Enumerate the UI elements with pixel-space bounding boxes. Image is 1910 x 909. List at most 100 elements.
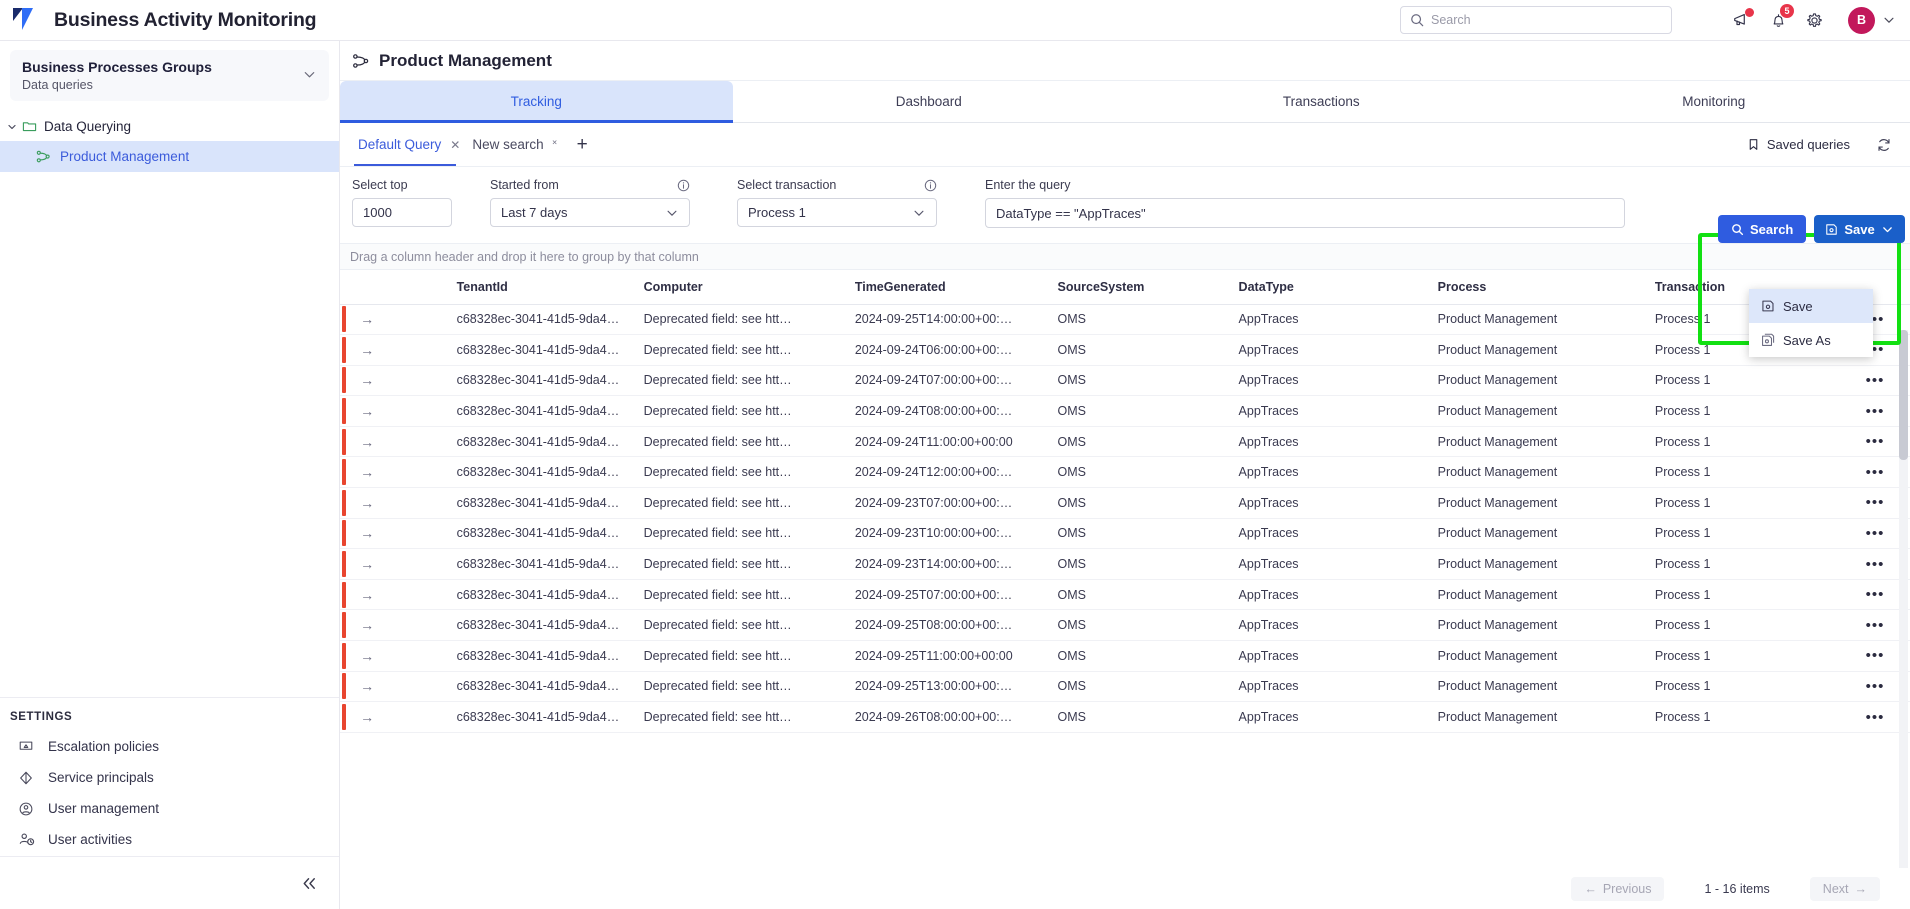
row-expand-cell[interactable]: → (352, 518, 449, 550)
arrow-right-icon[interactable]: → (360, 464, 374, 480)
previous-page-button[interactable]: ← Previous (1571, 876, 1665, 901)
arrow-right-icon[interactable]: → (360, 648, 374, 664)
grid-vertical-scrollbar[interactable] (1899, 330, 1908, 896)
chevron-down-icon[interactable] (6, 121, 22, 133)
row-expand-cell[interactable]: → (352, 426, 449, 458)
ellipsis-icon[interactable]: ••• (1866, 709, 1885, 726)
close-icon[interactable]: ˟ (553, 138, 557, 152)
saved-queries-button[interactable]: Saved queries (1747, 137, 1850, 152)
save-menu-item-save[interactable]: Save (1749, 289, 1873, 323)
notifications-button[interactable]: 5 (1760, 2, 1796, 38)
column-header-datatype[interactable]: DataType (1230, 270, 1430, 305)
table-row[interactable]: → c68328ec-3041-41d5-9da4… Deprecated fiel… (340, 609, 1910, 642)
sidebar-item-user-activities[interactable]: User activities (0, 824, 339, 855)
arrow-right-icon[interactable]: → (360, 495, 374, 511)
tab-transactions[interactable]: Transactions (1125, 81, 1518, 122)
row-expand-cell[interactable]: → (352, 579, 449, 611)
arrow-right-icon[interactable]: → (360, 342, 374, 358)
table-row[interactable]: → c68328ec-3041-41d5-9da4… Deprecated fiel… (340, 395, 1910, 427)
started-from-select[interactable]: Last 7 days (490, 198, 690, 227)
refresh-icon[interactable] (1876, 137, 1892, 153)
row-expand-cell[interactable]: → (352, 365, 449, 397)
chevron-down-icon[interactable] (1882, 13, 1896, 27)
ellipsis-icon[interactable]: ••• (1866, 525, 1885, 542)
search-input[interactable] (1431, 13, 1662, 27)
query-tab-default-query[interactable]: Default Query ✕ (352, 123, 466, 166)
ellipsis-icon[interactable]: ••• (1866, 494, 1885, 511)
query-tab-new-search[interactable]: New search ˟ (466, 123, 562, 166)
ellipsis-icon[interactable]: ••• (1866, 678, 1885, 695)
table-row[interactable]: → c68328ec-3041-41d5-9da4… Deprecated fiel… (340, 518, 1910, 550)
row-expand-cell[interactable]: → (352, 640, 449, 672)
sidebar-item-service-principals[interactable]: Service principals (0, 762, 339, 793)
row-expand-cell[interactable]: → (352, 671, 449, 703)
info-icon[interactable] (924, 179, 937, 192)
arrow-right-icon[interactable]: → (360, 311, 374, 327)
column-header-tenantid[interactable]: TenantId (448, 270, 636, 305)
row-expand-cell[interactable]: → (352, 701, 449, 733)
arrow-right-icon[interactable]: → (360, 372, 374, 388)
arrow-right-icon[interactable]: → (360, 525, 374, 541)
tab-tracking[interactable]: Tracking (340, 81, 733, 123)
table-row[interactable]: → c68328ec-3041-41d5-9da4… Deprecated fiel… (340, 671, 1910, 703)
save-menu-item-save-as[interactable]: Save As (1749, 323, 1873, 357)
row-expand-cell[interactable]: → (352, 304, 449, 336)
info-icon[interactable] (677, 179, 690, 192)
sidebar-collapse-button[interactable] (0, 856, 339, 909)
column-header-timegenerated[interactable]: TimeGenerated (846, 270, 1050, 305)
arrow-right-icon[interactable]: → (360, 434, 374, 450)
arrow-right-icon[interactable]: → (360, 678, 374, 694)
ellipsis-icon[interactable]: ••• (1866, 556, 1885, 573)
chevron-down-icon[interactable] (302, 59, 317, 82)
table-row[interactable]: → c68328ec-3041-41d5-9da4… Deprecated fiel… (340, 304, 1910, 336)
ellipsis-icon[interactable]: ••• (1866, 372, 1885, 389)
sidebar-item-product-management[interactable]: Product Management (0, 141, 339, 172)
sidebar-item-escalation-policies[interactable]: Escalation policies (0, 731, 339, 762)
arrow-right-icon[interactable]: → (360, 556, 374, 572)
tab-monitoring[interactable]: Monitoring (1518, 81, 1910, 122)
column-header-computer[interactable]: Computer (635, 270, 847, 305)
table-row[interactable]: → c68328ec-3041-41d5-9da4… Deprecated fiel… (340, 456, 1910, 489)
business-processes-groups-selector[interactable]: Business Processes Groups Data queries (10, 50, 329, 101)
arrow-right-icon[interactable]: → (360, 403, 374, 419)
sidebar-folder-data-querying[interactable]: Data Querying (0, 112, 339, 141)
ellipsis-icon[interactable]: ••• (1866, 586, 1885, 603)
next-page-button[interactable]: Next → (1809, 876, 1880, 901)
table-row[interactable]: → c68328ec-3041-41d5-9da4… Deprecated fiel… (340, 548, 1910, 580)
global-search[interactable] (1400, 6, 1672, 34)
row-expand-cell[interactable]: → (352, 487, 449, 519)
table-row[interactable]: → c68328ec-3041-41d5-9da4… Deprecated fiel… (340, 365, 1910, 397)
grid-scrollbar-thumb[interactable] (1899, 330, 1908, 460)
ellipsis-icon[interactable]: ••• (1866, 403, 1885, 420)
group-by-drop-area[interactable]: Drag a column header and drop it here to… (340, 243, 1910, 270)
table-row[interactable]: → c68328ec-3041-41d5-9da4… Deprecated fiel… (340, 334, 1910, 366)
table-row[interactable]: → c68328ec-3041-41d5-9da4… Deprecated fiel… (340, 640, 1910, 672)
tab-dashboard[interactable]: Dashboard (733, 81, 1126, 122)
save-button[interactable]: Save (1814, 215, 1905, 243)
ellipsis-icon[interactable]: ••• (1866, 464, 1885, 481)
table-row[interactable]: → c68328ec-3041-41d5-9da4… Deprecated fiel… (340, 426, 1910, 458)
row-expand-cell[interactable]: → (352, 395, 449, 427)
column-header-sourcesystem[interactable]: SourceSystem (1049, 270, 1231, 305)
close-icon[interactable]: ✕ (450, 138, 460, 152)
arrow-right-icon[interactable]: → (360, 617, 374, 633)
table-row[interactable]: → c68328ec-3041-41d5-9da4… Deprecated fiel… (340, 579, 1910, 611)
table-row[interactable]: → c68328ec-3041-41d5-9da4… Deprecated fiel… (340, 487, 1910, 519)
avatar[interactable]: B (1848, 6, 1875, 34)
search-button[interactable]: Search (1718, 215, 1807, 243)
ellipsis-icon[interactable]: ••• (1866, 647, 1885, 664)
enter-query-input[interactable]: DataType == "AppTraces" (985, 198, 1625, 228)
row-expand-cell[interactable]: → (352, 456, 449, 489)
select-transaction-select[interactable]: Process 1 (737, 198, 937, 227)
row-expand-cell[interactable]: → (352, 548, 449, 580)
row-expand-cell[interactable]: → (352, 334, 449, 366)
select-top-input[interactable]: 1000 (352, 198, 452, 227)
settings-button[interactable] (1796, 2, 1832, 38)
add-query-tab-button[interactable]: + (563, 134, 602, 156)
arrow-right-icon[interactable]: → (360, 709, 374, 725)
arrow-right-icon[interactable]: → (360, 587, 374, 603)
ellipsis-icon[interactable]: ••• (1866, 433, 1885, 450)
sidebar-item-user-management[interactable]: User management (0, 793, 339, 824)
announcements-button[interactable] (1724, 2, 1760, 38)
table-row[interactable]: → c68328ec-3041-41d5-9da4… Deprecated fiel… (340, 701, 1910, 733)
